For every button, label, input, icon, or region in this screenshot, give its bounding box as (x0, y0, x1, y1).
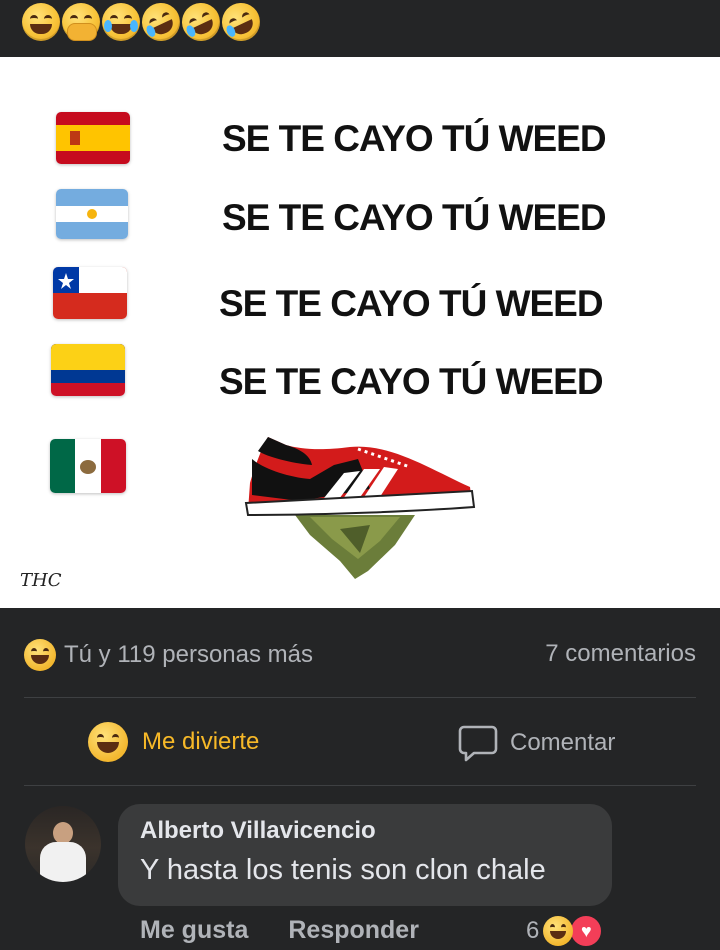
colombia-flag-icon (51, 344, 125, 396)
reactions-count-text: Tú y 119 personas más (64, 641, 314, 668)
meme-line: SE TE CAYO TÚ WEED (222, 118, 607, 159)
meme-line: SE TE CAYO TÚ WEED (222, 197, 607, 238)
avatar[interactable] (25, 806, 101, 882)
mexico-flag-icon (50, 439, 126, 493)
react-button-label: Me divierte (142, 728, 260, 755)
love-reaction-icon: ♥ (569, 914, 604, 948)
grinning-squinting-face-icon (22, 3, 60, 41)
rolling-on-floor-laughing-icon (135, 0, 187, 48)
comment-author[interactable]: Alberto Villavicencio (140, 817, 376, 845)
comment-button[interactable]: Comentar (458, 724, 615, 762)
comment-item: Alberto Villavicencio Y hasta los tenis … (0, 786, 720, 950)
post-caption (0, 0, 720, 57)
argentina-flag-icon (56, 189, 128, 239)
comments-count-link[interactable]: 7 comentarios (545, 640, 696, 668)
rolling-on-floor-laughing-icon (175, 0, 227, 48)
face-with-hand-over-mouth-icon (62, 3, 100, 41)
comment-bubble-icon (458, 725, 498, 762)
caption-emojis (22, 0, 267, 48)
tears-of-joy-icon (102, 3, 140, 41)
post-actions: Me divierte Comentar (0, 698, 720, 786)
comment-reactions[interactable]: 6 ♥ (526, 914, 604, 948)
meme-line: SE TE CAYO TÚ WEED (219, 361, 604, 402)
reactions-summary[interactable]: Tú y 119 personas más (24, 639, 313, 671)
comment-reply-button[interactable]: Responder (288, 916, 419, 945)
comment-reaction-count: 6 (526, 917, 540, 944)
comment-actions: Me gusta Responder (140, 916, 419, 945)
artist-signature: THC (20, 570, 62, 591)
comment-button-label: Comentar (510, 729, 616, 756)
comment-bubble[interactable]: Alberto Villavicencio Y hasta los tenis … (118, 804, 612, 906)
spain-flag-icon (56, 112, 130, 164)
haha-reaction-icon (88, 722, 128, 762)
haha-reaction-icon (543, 916, 574, 946)
comment-text: Y hasta los tenis son clon chale (140, 854, 546, 886)
rolling-on-floor-laughing-icon (215, 0, 267, 48)
sneaker-illustration (244, 437, 476, 579)
post-image[interactable]: SE TE CAYO TÚ WEED SE TE CAYO TÚ WEED SE… (0, 57, 720, 608)
haha-reaction-icon (24, 639, 56, 671)
post-stats: Tú y 119 personas más 7 comentarios (0, 608, 720, 698)
chile-flag-icon (53, 267, 127, 319)
react-button[interactable]: Me divierte (88, 722, 259, 762)
comment-like-button[interactable]: Me gusta (140, 916, 248, 945)
meme-line: SE TE CAYO TÚ WEED (219, 283, 604, 324)
